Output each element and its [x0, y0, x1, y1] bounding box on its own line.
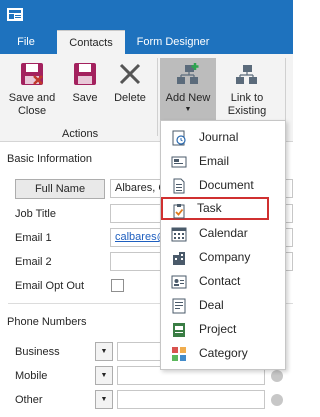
save-button[interactable]: Save [64, 58, 106, 124]
menu-item-label: Company [199, 250, 251, 264]
tab-form-designer[interactable]: Form Designer [131, 30, 215, 54]
email-opt-out-label: Email Opt Out [15, 280, 85, 292]
menu-item-label: Task [197, 201, 222, 215]
business-label: Business [15, 346, 60, 358]
menu-item-task[interactable]: Task [161, 197, 269, 220]
email-icon [171, 156, 187, 168]
tab-contacts[interactable]: Contacts [57, 30, 125, 54]
email1-label: Email 1 [15, 232, 52, 244]
menu-item-category[interactable]: Category [163, 342, 283, 365]
menu-item-label: Contact [199, 274, 241, 288]
menu-item-label: Email [199, 154, 230, 168]
add-new-icon [177, 63, 199, 84]
calendar-icon [171, 227, 187, 242]
title-bar [0, 0, 293, 30]
delete-icon [119, 63, 141, 85]
deal-icon [172, 298, 186, 314]
company-icon [173, 252, 185, 265]
journal-icon [172, 130, 186, 146]
menu-item-label: Project [199, 322, 237, 336]
delete-label: Delete [114, 92, 146, 104]
phone-call-icon[interactable] [271, 394, 283, 406]
save-close-icon [21, 63, 43, 85]
job-title-label: Job Title [15, 208, 56, 220]
actions-group-label: Actions [62, 128, 99, 140]
task-icon [173, 204, 185, 219]
link-to-existing-label: Link to Existing [227, 92, 267, 117]
other-type-dropdown[interactable]: ▼ [95, 390, 113, 409]
basic-info-title: Basic Information [7, 153, 92, 165]
menu-item-label: Document [199, 178, 254, 192]
save-icon [74, 63, 96, 85]
save-and-close-button[interactable]: Save and Close [6, 58, 58, 124]
app-icon [7, 8, 23, 21]
full-name-button[interactable]: Full Name [15, 179, 105, 199]
menu-item-email[interactable]: Email [163, 150, 283, 173]
other-label: Other [15, 394, 43, 406]
ribbon-tabs: File Contacts Form Designer [0, 30, 293, 54]
menu-item-company[interactable]: Company [163, 246, 283, 269]
add-new-label: Add New [165, 92, 211, 104]
chevron-down-icon: ▼ [184, 106, 192, 113]
menu-item-label: Category [199, 346, 248, 360]
document-icon [173, 178, 185, 194]
menu-item-deal[interactable]: Deal [163, 294, 283, 317]
menu-item-label: Deal [199, 298, 224, 312]
business-type-dropdown[interactable]: ▼ [95, 342, 113, 361]
other-phone-field[interactable] [117, 390, 265, 409]
menu-item-document[interactable]: Document [163, 174, 283, 197]
mobile-type-dropdown[interactable]: ▼ [95, 366, 113, 385]
delete-button[interactable]: Delete [110, 58, 150, 124]
mobile-label: Mobile [15, 370, 48, 382]
ribbon-divider [157, 58, 158, 136]
email2-label: Email 2 [15, 256, 52, 268]
category-icon [172, 347, 186, 361]
menu-item-label: Calendar [199, 226, 248, 240]
add-new-button[interactable]: Add New ▼ [160, 58, 216, 124]
email-opt-out-checkbox[interactable] [111, 279, 124, 292]
phone-numbers-title: Phone Numbers [7, 316, 87, 328]
contact-form-window: File Contacts Form Designer Save and Clo… [0, 0, 293, 417]
tab-file[interactable]: File [2, 30, 50, 54]
save-label: Save [72, 92, 98, 104]
menu-item-calendar[interactable]: Calendar [163, 222, 283, 245]
menu-item-project[interactable]: Project [163, 318, 283, 341]
add-new-menu: Journal Email Document Task Calendar Com… [160, 120, 286, 370]
menu-item-journal[interactable]: Journal [163, 126, 283, 149]
contact-icon [171, 275, 187, 289]
save-and-close-label: Save and Close [8, 92, 56, 117]
menu-item-label: Journal [199, 130, 239, 144]
menu-item-contact[interactable]: Contact [163, 270, 283, 293]
link-to-existing-button[interactable]: Link to Existing ▼ [221, 58, 273, 126]
link-existing-icon [236, 65, 257, 84]
project-icon [173, 323, 185, 337]
phone-call-icon[interactable] [271, 370, 283, 382]
